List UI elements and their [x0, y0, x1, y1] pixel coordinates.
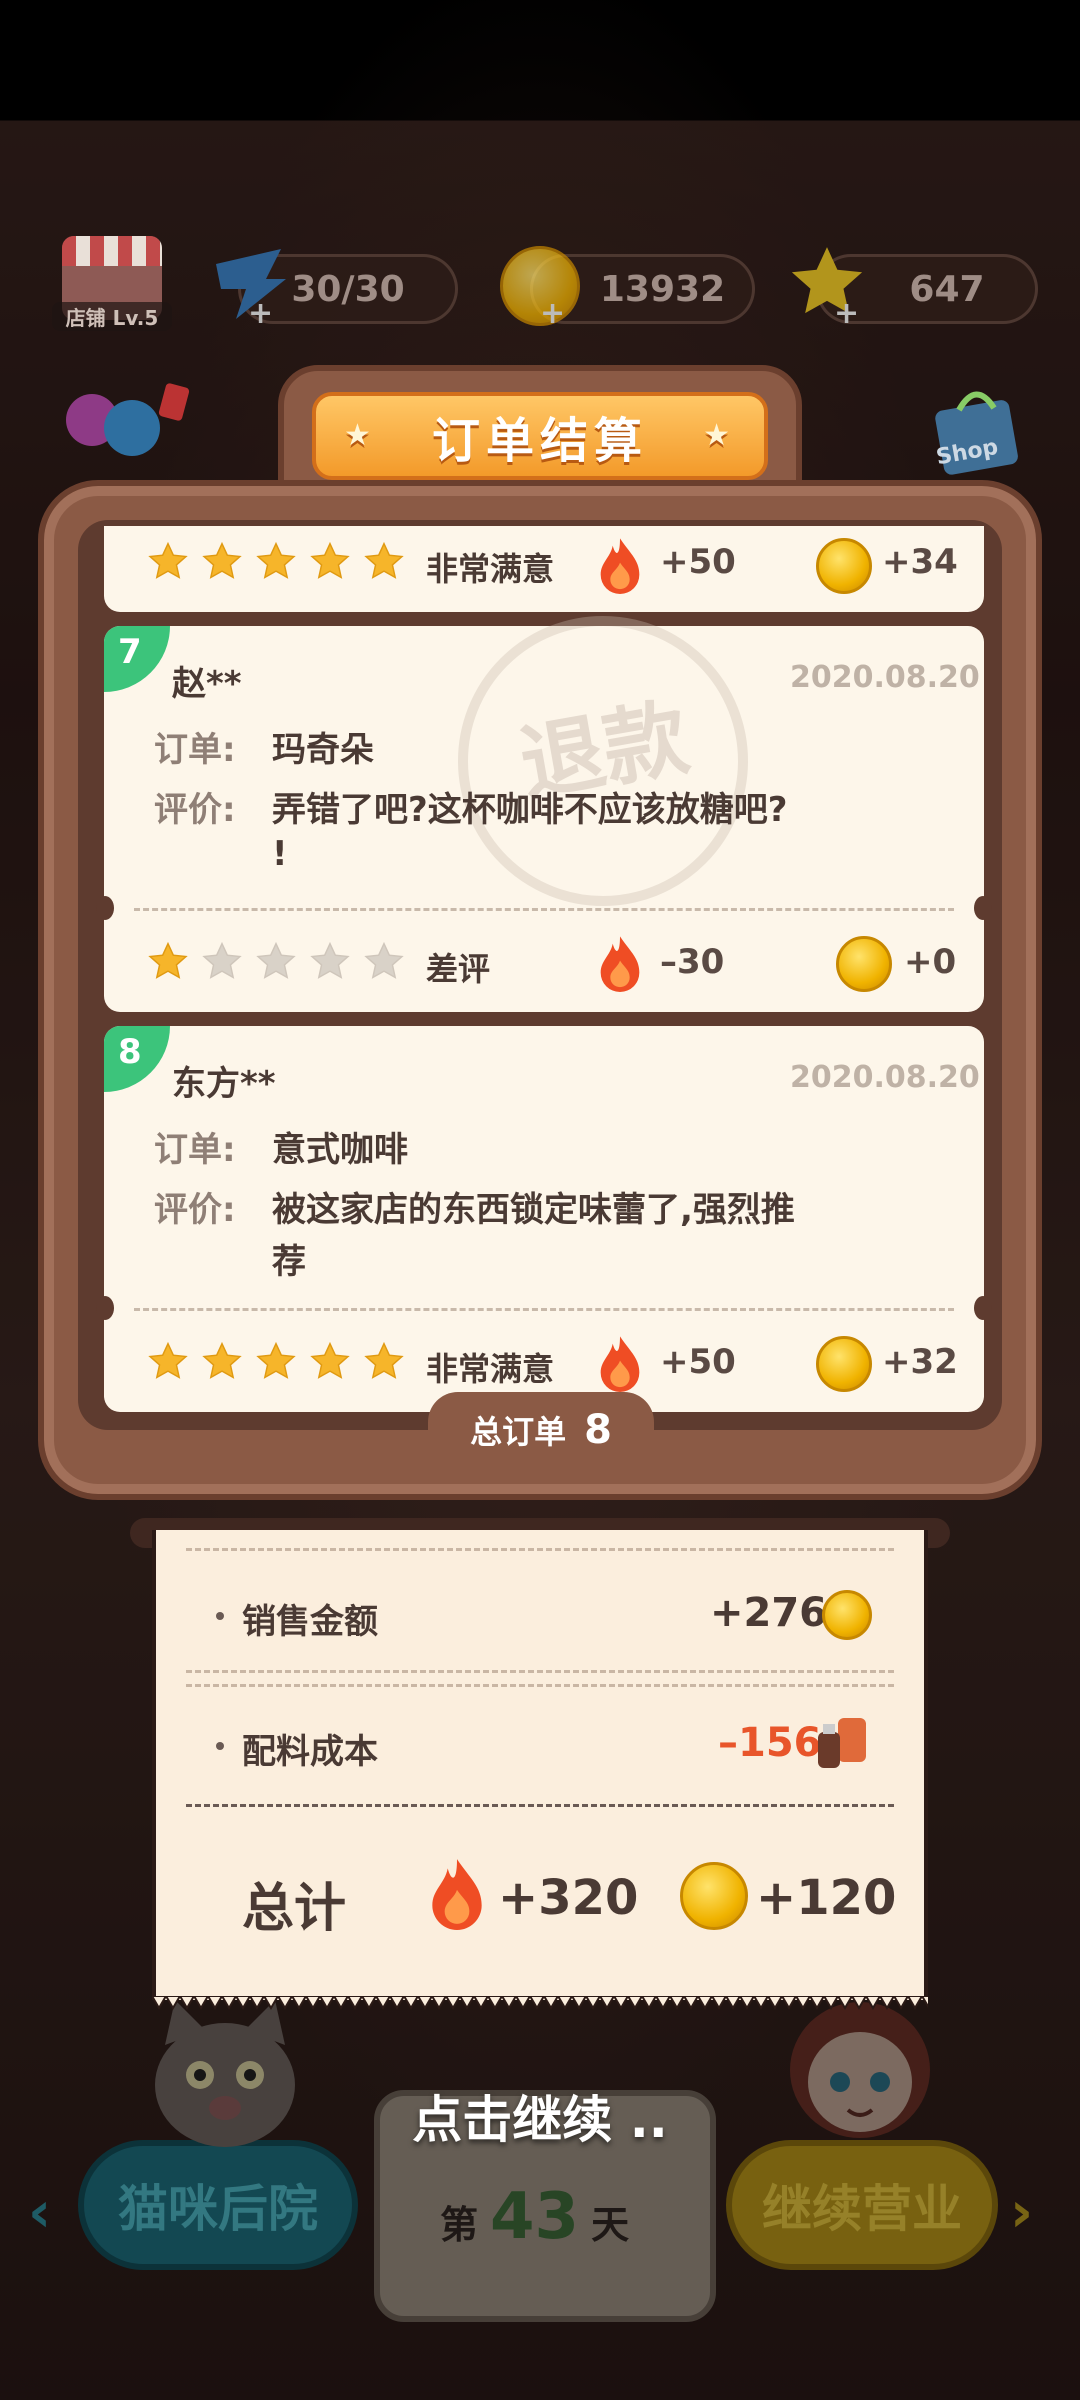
rating-label: 差评 [426, 950, 491, 988]
order-card: 8 东方** 2020.08.20 订单: 意式咖啡 评价: 被这家店的东西锁定… [96, 1026, 992, 1412]
receipt-divider [186, 1548, 894, 1551]
bullet [216, 1742, 224, 1750]
star-filled-icon [202, 1341, 242, 1379]
stars-add-icon[interactable]: + [834, 296, 859, 331]
customer-name: 赵** [172, 664, 242, 704]
tap-to-continue-hint[interactable]: 点击继续 .. [0, 2080, 1080, 2152]
star-empty-icon [364, 941, 404, 979]
fire-icon [600, 1336, 640, 1392]
total-orders: 总订单 8 [428, 1392, 654, 1468]
total-coins-value: +120 [756, 1870, 897, 1926]
review-text-line2: ! [272, 834, 288, 874]
total-orders-label: 总订单 [470, 1413, 567, 1451]
ingredients-icon [818, 1718, 866, 1768]
review-text: 被这家店的东西锁定味蕾了,强烈推 [272, 1190, 795, 1230]
fire-icon [432, 1859, 482, 1930]
settlement-receipt: 销售金额 +276 配料成本 –156 总计 +320 +120 [152, 1530, 928, 2000]
receipt-torn-edge [152, 1996, 928, 2010]
sales-value: +276 [710, 1590, 828, 1636]
order-label: 订单: [154, 730, 236, 770]
order-index: 8 [118, 1032, 142, 1072]
total-label: 总计 [242, 1879, 347, 1939]
shop-level-badge[interactable]: 店铺 Lv.5 [52, 230, 172, 350]
order-date: 2020.08.20 [790, 660, 980, 695]
coin-icon [822, 1590, 872, 1640]
review-label: 评价: [154, 1190, 236, 1230]
coin-value: +0 [904, 942, 957, 982]
card-notch [974, 896, 992, 920]
customer-name: 东方** [172, 1064, 276, 1104]
fire-icon [600, 936, 640, 992]
heat-value: –30 [660, 942, 725, 982]
star-filled-icon [364, 1341, 404, 1379]
order-item: 玛奇朵 [272, 730, 374, 770]
coin-icon [836, 936, 892, 992]
ribbon-star-icon: ★ [344, 418, 377, 453]
panel-title-ribbon: ★ 订单结算 ★ [312, 392, 768, 480]
total-orders-value: 8 [584, 1407, 612, 1453]
review-text-line2: 荐 [272, 1242, 306, 1282]
review-text: 弄错了吧?这杯咖啡不应该放糖吧? [272, 790, 788, 830]
card-notch [974, 1296, 992, 1320]
ingredient-cost-value: –156 [718, 1720, 822, 1766]
receipt-divider [186, 1804, 894, 1807]
ingredient-cost-label: 配料成本 [242, 1732, 378, 1772]
star-filled-icon [364, 541, 404, 579]
friends-icon[interactable] [52, 380, 192, 480]
coin-icon [816, 1336, 872, 1392]
coin-value: +32 [882, 1342, 958, 1382]
order-index: 7 [118, 632, 142, 672]
order-label: 订单: [154, 1130, 236, 1170]
coin-value: +34 [882, 542, 958, 582]
order-card: 7 退款 赵** 2020.08.20 订单: 玛奇朵 评价: 弄错了吧?这杯咖… [96, 616, 992, 1012]
sales-label: 销售金额 [242, 1602, 378, 1642]
heat-value: +50 [660, 542, 736, 582]
order-index-badge: 7 [104, 626, 170, 692]
star-filled-icon [256, 1341, 296, 1379]
ribbon-star-icon: ★ [703, 418, 736, 453]
order-card: 非常满意 +50 +34 [104, 526, 984, 612]
order-date: 2020.08.20 [790, 1060, 980, 1095]
panel-title: 订单结算 [431, 413, 648, 469]
rating-label: 非常满意 [426, 550, 555, 588]
receipt-divider [186, 1684, 894, 1687]
card-notch [96, 1296, 114, 1320]
bullet [216, 1612, 224, 1620]
review-label: 评价: [154, 790, 236, 830]
coins-add-icon[interactable]: + [540, 296, 565, 331]
star-filled-icon [148, 1341, 188, 1379]
star-filled-icon [256, 541, 296, 579]
coins-value: 13932 [599, 268, 726, 310]
star-filled-icon [310, 1341, 350, 1379]
stars-value: 647 [909, 268, 985, 310]
receipt-divider [186, 1670, 894, 1673]
order-index-badge: 8 [104, 1026, 170, 1092]
energy-value: 30/30 [291, 268, 405, 310]
star-empty-icon [310, 941, 350, 979]
star-filled-icon [310, 541, 350, 579]
star-filled-icon [148, 941, 188, 979]
card-notch [96, 896, 114, 920]
total-heat-value: +320 [498, 1870, 639, 1926]
card-divider [134, 908, 954, 911]
coin-icon [816, 538, 872, 594]
order-item: 意式咖啡 [272, 1130, 408, 1170]
star-filled-icon [148, 541, 188, 579]
star-empty-icon [202, 941, 242, 979]
rating-stars [146, 940, 406, 984]
coin-icon [680, 1862, 748, 1930]
card-divider [134, 1308, 954, 1311]
rating-label: 非常满意 [426, 1350, 555, 1388]
energy-add-icon[interactable]: + [248, 296, 273, 331]
star-filled-icon [202, 541, 242, 579]
rating-stars [146, 540, 406, 584]
refund-stamp: 退款 [458, 616, 748, 906]
shop-level-label: 店铺 Lv.5 [52, 302, 172, 331]
fire-icon [600, 538, 640, 594]
star-empty-icon [256, 941, 296, 979]
heat-value: +50 [660, 1342, 736, 1382]
rating-stars [146, 1340, 406, 1384]
